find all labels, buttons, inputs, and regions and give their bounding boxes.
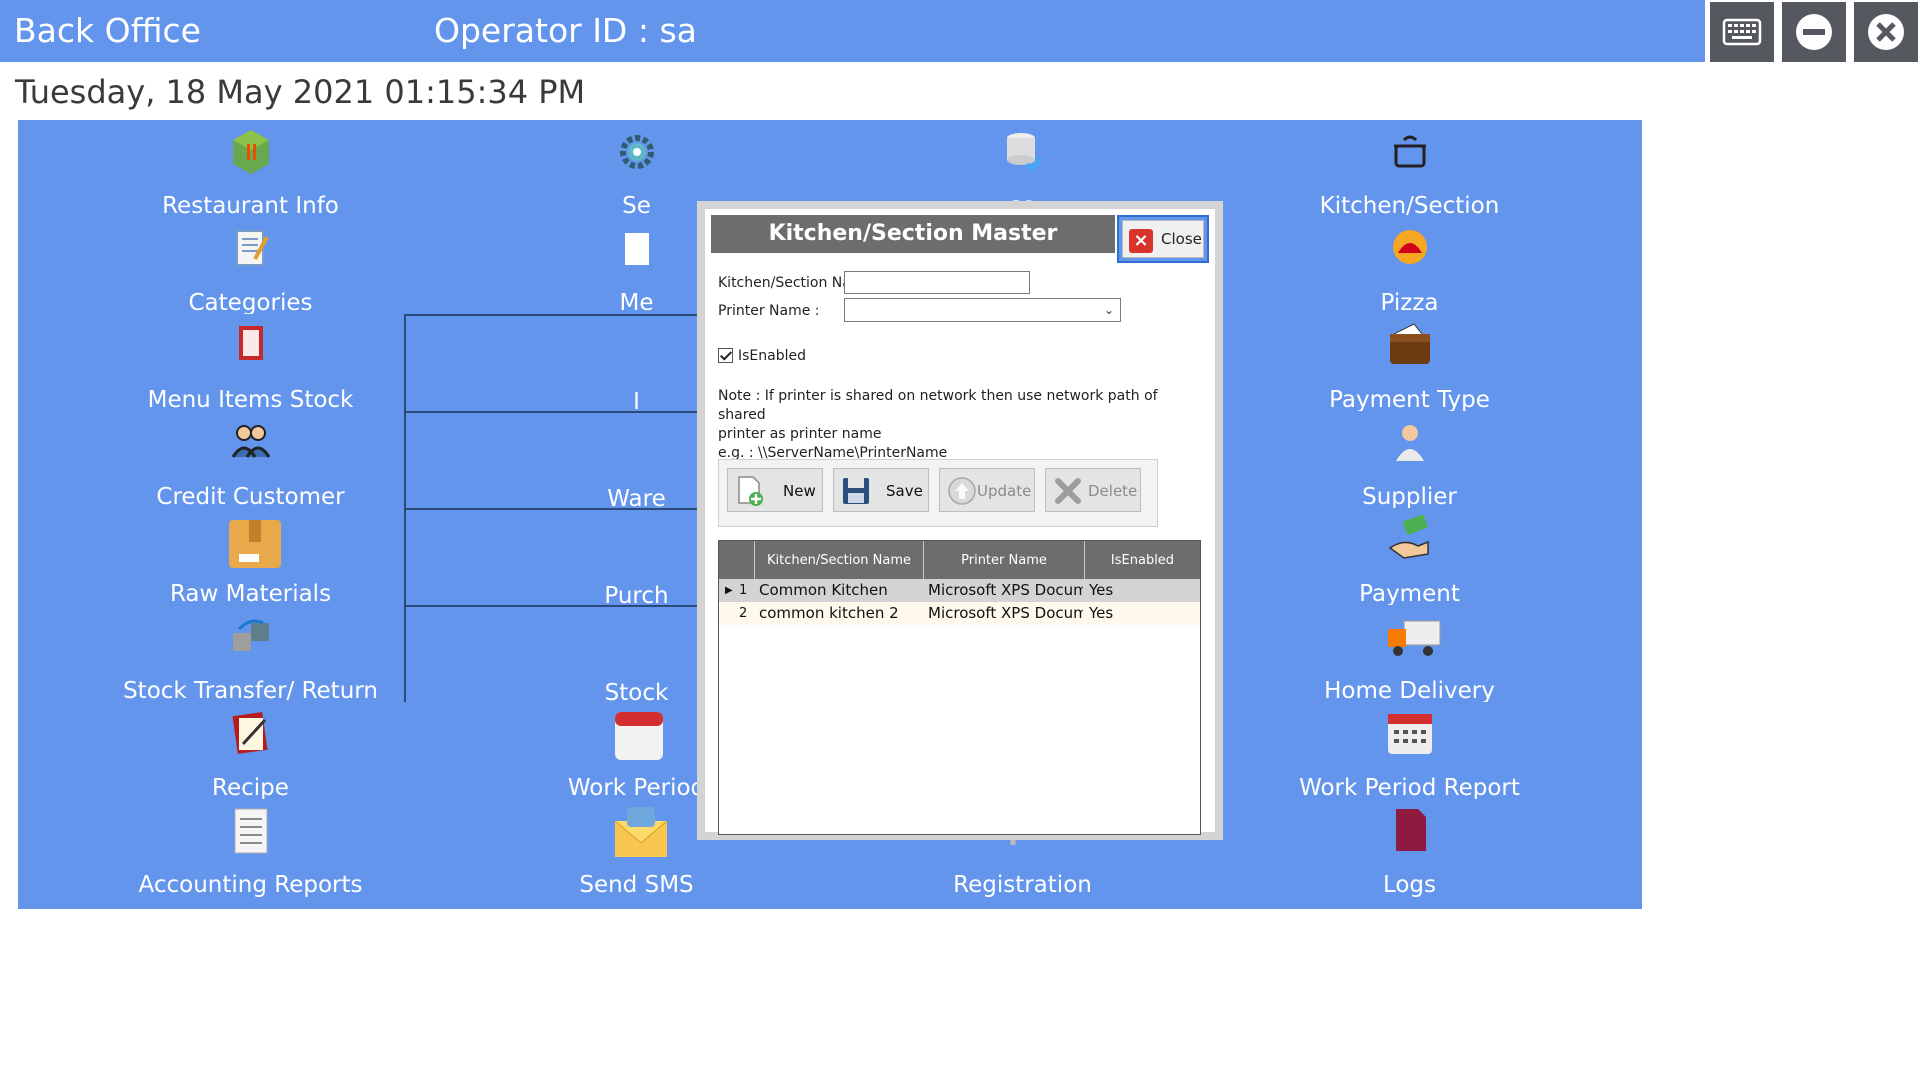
tile-label: Home Delivery <box>1324 678 1495 704</box>
warehouse-icon <box>611 419 663 471</box>
sms-envelope-icon <box>611 805 667 857</box>
kitchen-section-grid[interactable]: Kitchen/Section Name Printer Name IsEnab… <box>718 540 1201 835</box>
tile-label: Supplier <box>1362 484 1457 510</box>
tile-kitchen-section[interactable]: Kitchen/Section <box>1177 120 1642 230</box>
app-title: Back Office <box>14 11 201 50</box>
stock-icon <box>611 613 663 665</box>
row-number: 1 <box>739 583 748 598</box>
tile-label: Kitchen/Section <box>1319 193 1500 219</box>
row-number: 2 <box>739 606 748 621</box>
transfer-icon <box>225 611 277 663</box>
update-button[interactable]: Update <box>939 468 1035 512</box>
tile-payment-type[interactable]: Payment Type <box>1177 314 1642 424</box>
settings-gear-icon <box>611 126 663 178</box>
close-button-face: × Close <box>1122 220 1204 258</box>
pizza-icon <box>1384 223 1436 275</box>
column-header-printer[interactable]: Printer Name <box>924 541 1085 579</box>
tile-home-delivery[interactable]: Home Delivery <box>1177 605 1642 715</box>
book-icon <box>225 320 277 372</box>
money-hand-icon <box>1384 514 1436 566</box>
tile-pizza[interactable]: Pizza <box>1177 217 1642 327</box>
tile-label: Payment Type <box>1329 387 1490 413</box>
grid-header: Kitchen/Section Name Printer Name IsEnab… <box>719 541 1200 579</box>
calendar-icon <box>611 708 663 760</box>
recipe-icon <box>225 708 277 760</box>
new-button[interactable]: New <box>727 468 823 512</box>
minus-circle-icon <box>1796 14 1832 50</box>
close-app-button[interactable] <box>1854 2 1918 62</box>
purchase-icon <box>611 516 663 568</box>
document-icon <box>225 805 277 857</box>
delete-button-label: Delete <box>1088 482 1138 500</box>
new-button-label: New <box>783 482 816 500</box>
log-icon <box>1384 805 1436 857</box>
close-icon: × <box>1129 229 1153 253</box>
keyboard-button[interactable] <box>1710 2 1774 62</box>
kitchen-section-dialog: Kitchen/Section Master × Close Kitchen/S… <box>697 201 1223 840</box>
close-button-label: Close <box>1161 230 1202 248</box>
x-circle-icon <box>1868 14 1904 50</box>
cell-printer: Microsoft XPS Documen... <box>928 604 1083 622</box>
is-enabled-checkbox[interactable] <box>718 348 733 363</box>
calendar-report-icon <box>1384 708 1436 760</box>
save-button[interactable]: Save <box>833 468 929 512</box>
cell-name: Common Kitchen <box>759 581 888 599</box>
wallet-icon <box>1384 320 1436 372</box>
row-header-corner <box>719 541 755 579</box>
current-row-arrow-icon: ▶ <box>725 585 733 596</box>
tile-logs[interactable]: Logs <box>1177 799 1642 909</box>
new-document-icon <box>738 476 763 506</box>
operator-info: Operator ID : sa <box>434 10 697 52</box>
dialog-close-button[interactable]: × Close <box>1117 215 1209 263</box>
keyboard-icon <box>1722 18 1762 46</box>
table-row[interactable]: ▶ 1 Common Kitchen Microsoft XPS Documen… <box>719 579 1200 602</box>
chevron-down-icon: ⌄ <box>1103 303 1114 317</box>
notebook-icon <box>225 223 277 275</box>
title-bar: Back Office Operator ID : sa <box>0 0 1705 62</box>
cell-enabled: Yes <box>1089 581 1114 599</box>
cell-printer: Microsoft XPS Documen... <box>928 581 1083 599</box>
tile-payment[interactable]: Payment <box>1177 508 1642 618</box>
dialog-toolbar: New Save Update Delete <box>718 459 1158 527</box>
menu-icon <box>611 223 663 275</box>
current-datetime: Tuesday, 18 May 2021 01:15:34 PM <box>15 73 586 111</box>
upload-icon <box>948 477 976 505</box>
tile-label: Pizza <box>1380 290 1439 316</box>
table-row[interactable]: 2 common kitchen 2 Microsoft XPS Documen… <box>719 602 1200 625</box>
database-icon <box>997 126 1049 178</box>
truck-icon <box>1384 611 1440 663</box>
column-header-enabled[interactable]: IsEnabled <box>1085 541 1200 579</box>
printer-name-select[interactable]: ⌄ <box>844 298 1121 322</box>
delete-button[interactable]: Delete <box>1045 468 1141 512</box>
cell-enabled: Yes <box>1089 604 1114 622</box>
tile-work-period-report[interactable]: Work Period Report <box>1177 702 1642 812</box>
floppy-disk-icon <box>843 478 869 504</box>
note-line: printer as printer name <box>718 426 882 442</box>
tile-supplier[interactable]: Supplier <box>1177 411 1642 521</box>
printer-name-label: Printer Name : <box>718 303 820 319</box>
tile-label: Work Period Report <box>1299 775 1520 801</box>
tile-label: Logs <box>1382 872 1437 898</box>
minimize-button[interactable] <box>1782 2 1846 62</box>
cooking-pot-icon <box>1384 126 1436 178</box>
cell-name: common kitchen 2 <box>759 604 899 622</box>
dialog-body: Kitchen/Section Master × Close Kitchen/S… <box>705 209 1215 835</box>
is-enabled-label: IsEnabled <box>738 348 806 364</box>
column-header-name[interactable]: Kitchen/Section Name <box>755 541 924 579</box>
note-line: Note : If printer is shared on network t… <box>718 388 1158 423</box>
save-button-label: Save <box>886 482 923 500</box>
section-name-input[interactable] <box>844 271 1030 294</box>
operator-label: Operator ID : <box>434 11 649 50</box>
item-icon <box>611 322 663 374</box>
customers-icon <box>225 417 277 469</box>
dialog-title: Kitchen/Section Master <box>711 215 1115 253</box>
printer-note: Note : If printer is shared on network t… <box>718 387 1198 463</box>
restaurant-icon <box>225 126 277 178</box>
operator-id: sa <box>659 11 697 50</box>
delete-x-icon <box>1055 478 1081 504</box>
tile-label: Payment <box>1359 581 1460 607</box>
box-icon <box>225 514 281 568</box>
update-button-label: Update <box>977 482 1032 500</box>
supplier-icon <box>1384 417 1436 469</box>
